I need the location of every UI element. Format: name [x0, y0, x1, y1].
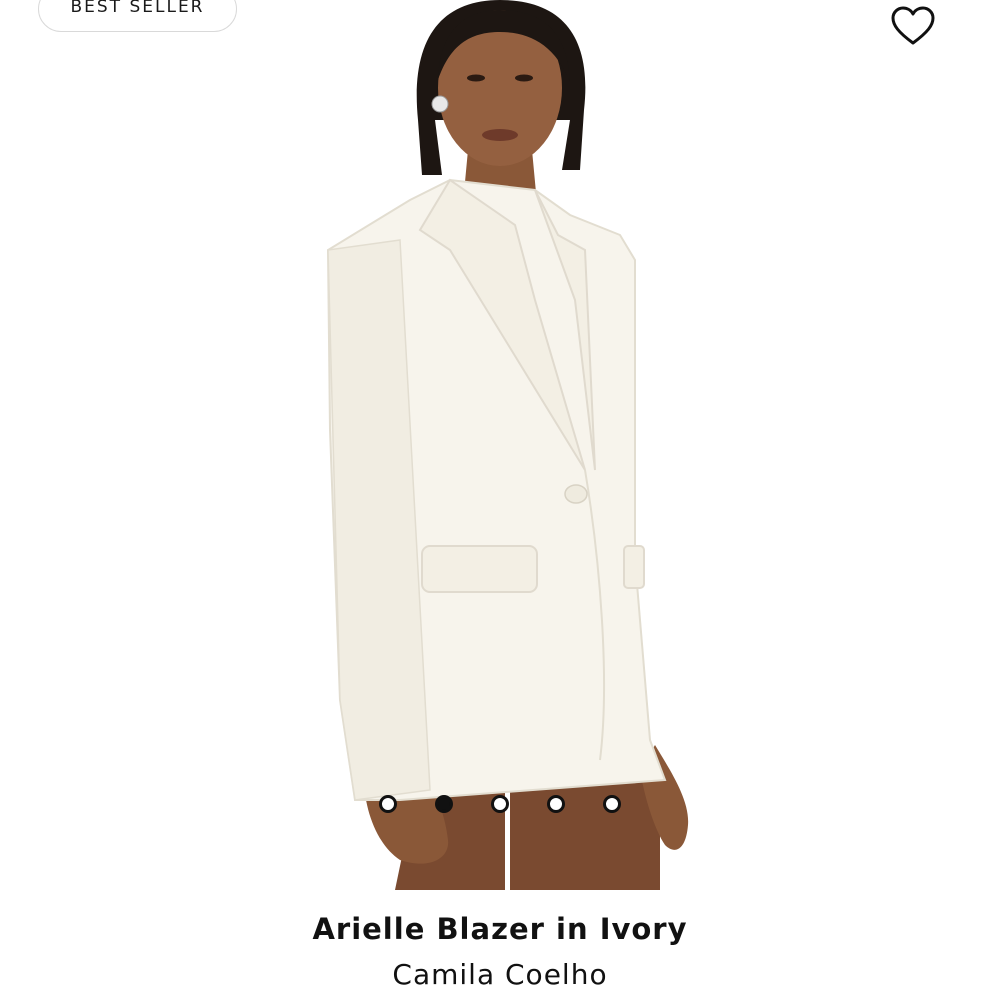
blazer-pocket-right	[623, 545, 645, 589]
heart-outline-icon	[891, 6, 935, 45]
blazer-pocket-left	[421, 545, 538, 593]
best-seller-label: BEST SELLER	[70, 0, 205, 17]
earring	[431, 95, 449, 113]
carousel-dot-2-active[interactable]	[435, 795, 453, 813]
product-title[interactable]: Arielle Blazer in Ivory	[0, 912, 1000, 946]
product-brand[interactable]: Camila Coelho	[0, 958, 1000, 991]
carousel-indicators	[0, 795, 1000, 817]
carousel-dot-5[interactable]	[603, 795, 621, 813]
carousel-dot-4[interactable]	[547, 795, 565, 813]
carousel-dot-1[interactable]	[379, 795, 397, 813]
best-seller-badge: BEST SELLER	[38, 0, 237, 32]
blazer-button	[564, 484, 588, 504]
carousel-dot-3[interactable]	[491, 795, 509, 813]
wishlist-button[interactable]	[890, 6, 936, 48]
product-card: BEST SELLER Arielle Blazer in Ivory Cami…	[0, 0, 1000, 1000]
product-image[interactable]	[300, 0, 700, 890]
